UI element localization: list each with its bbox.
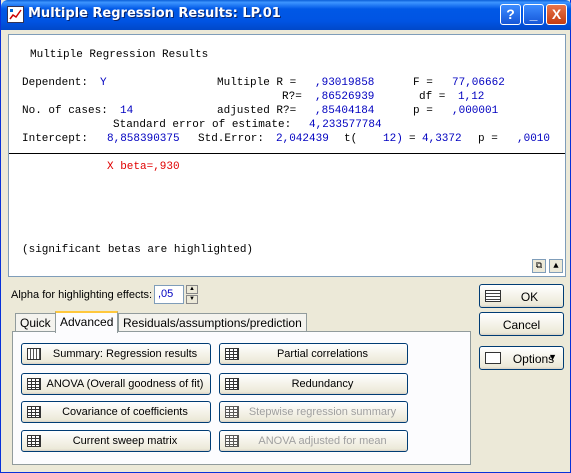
grid-icon [225, 406, 239, 418]
p2-label: p = [478, 133, 498, 145]
grid-icon [225, 378, 239, 390]
spin-up-icon[interactable]: ▲ [186, 285, 198, 294]
sweep-matrix-button[interactable]: Current sweep matrix [21, 430, 211, 452]
grid-icon [27, 378, 41, 390]
stepwise-summary-button: Stepwise regression summary [219, 401, 408, 423]
alpha-label: Alpha for highlighting effects: [11, 289, 153, 301]
tab-quick[interactable]: Quick [15, 313, 56, 332]
multiple-r-value: ,93019858 [315, 77, 375, 89]
minimize-button[interactable]: _ [523, 4, 544, 25]
options-button[interactable]: Options ▼ [479, 346, 564, 370]
df-value: 1,12 [458, 91, 485, 103]
results-output-pane[interactable]: Multiple Regression Results Dependent: Y… [8, 34, 566, 277]
multiple-r-label: Multiple R = [217, 77, 297, 89]
covariance-button[interactable]: Covariance of coefficients [21, 401, 211, 423]
stderr-value: 2,042439 [276, 133, 329, 145]
cases-value: 14 [120, 105, 134, 117]
r2-value: ,86526939 [315, 91, 375, 103]
regression-results-window: Multiple Regression Results: LP.01 ? _ X… [0, 0, 571, 473]
close-button[interactable]: X [546, 4, 567, 25]
window-title: Multiple Regression Results: LP.01 [28, 6, 281, 21]
stderr-label: Std.Error: [198, 133, 265, 145]
std-error-estimate-value: 4,233577784 [309, 119, 382, 131]
t-label: t( [344, 133, 358, 145]
anova-adjusted-button: ANOVA adjusted for mean [219, 430, 408, 452]
partial-correlations-button[interactable]: Partial correlations [219, 343, 408, 365]
tab-residuals[interactable]: Residuals/assumptions/prediction [118, 313, 307, 332]
grid-icon [27, 435, 41, 447]
cancel-button[interactable]: Cancel [479, 312, 564, 336]
f-value: 77,06662 [452, 77, 505, 89]
grid-icon [225, 435, 239, 447]
t-value: 4,3372 [422, 133, 462, 145]
r2-label: R?= [282, 91, 302, 103]
anova-button[interactable]: ANOVA (Overall goodness of fit) [21, 373, 211, 395]
alpha-spinner[interactable]: ▲ ▼ [186, 285, 198, 304]
t-equals: = [409, 133, 416, 145]
grid-icon [225, 348, 239, 360]
copy-icon[interactable]: ⧉ [532, 259, 546, 273]
significance-note: (significant betas are highlighted) [22, 244, 254, 256]
app-icon [7, 6, 24, 23]
alpha-input[interactable]: ,05 [154, 285, 184, 304]
std-error-estimate-label: Standard error of estimate: [113, 119, 292, 131]
dependent-value: Y [100, 77, 107, 89]
p-value: ,000001 [452, 105, 499, 117]
cases-label: No. of cases: [22, 105, 108, 117]
intercept-label: Intercept: [22, 133, 89, 145]
results-heading: Multiple Regression Results [30, 49, 209, 61]
beta-line: X beta=,930 [107, 161, 180, 173]
p-label: p = [413, 105, 433, 117]
adj-r2-value: ,85404184 [315, 105, 375, 117]
summary-regression-results-button[interactable]: Summary: Regression results [21, 343, 211, 365]
table-icon [485, 290, 501, 302]
summary-table-icon [27, 348, 41, 360]
ok-button[interactable]: OK [479, 284, 564, 308]
grid-icon [27, 406, 41, 418]
t-df-value: 12) [383, 133, 403, 145]
adj-r2-label: adjusted R?= [217, 105, 297, 117]
title-bar[interactable]: Multiple Regression Results: LP.01 ? _ X [1, 0, 571, 30]
spin-down-icon[interactable]: ▼ [186, 295, 198, 304]
dropdown-arrow-icon: ▼ [548, 352, 557, 362]
df-label: df = [419, 91, 446, 103]
tab-advanced[interactable]: Advanced [55, 311, 119, 333]
expand-up-icon[interactable]: ▲ [549, 259, 563, 273]
dependent-label: Dependent: [22, 77, 89, 89]
intercept-value: 8,858390375 [107, 133, 180, 145]
options-icon [485, 352, 501, 364]
results-separator [9, 153, 565, 154]
f-label: F = [413, 77, 433, 89]
redundancy-button[interactable]: Redundancy [219, 373, 408, 395]
help-button[interactable]: ? [500, 4, 521, 25]
p2-value: ,0010 [517, 133, 551, 145]
